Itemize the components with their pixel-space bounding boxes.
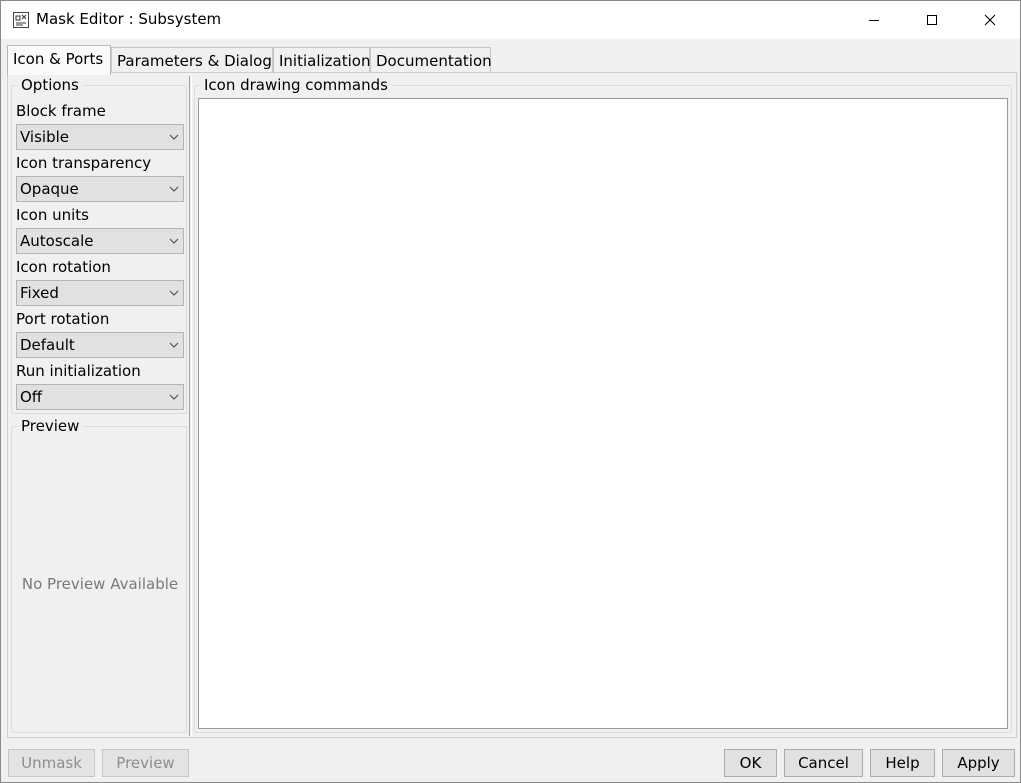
no-preview-message: No Preview Available <box>21 575 179 593</box>
tab-parameters-dialog[interactable]: Parameters & Dialog <box>111 47 273 74</box>
close-icon <box>984 14 996 26</box>
tab-documentation[interactable]: Documentation <box>370 47 492 74</box>
icon-transparency-value: Opaque <box>20 180 79 198</box>
run-initialization-value: Off <box>20 388 43 406</box>
minimize-button[interactable] <box>845 1 903 39</box>
icon-ports-panel: Options Block frame Visible Icon transpa… <box>7 72 1017 738</box>
chevron-down-icon <box>169 134 179 140</box>
block-frame-value: Visible <box>20 128 69 146</box>
preview-group: Preview No Preview Available <box>11 417 187 733</box>
tab-icon-ports[interactable]: Icon & Ports <box>7 45 111 75</box>
maximize-icon <box>927 15 937 25</box>
icon-transparency-label: Icon transparency <box>16 154 152 172</box>
icon-units-label: Icon units <box>16 206 90 224</box>
chevron-down-icon <box>169 342 179 348</box>
cancel-button[interactable]: Cancel <box>784 749 863 777</box>
panel-splitter[interactable] <box>189 76 192 736</box>
icon-rotation-label: Icon rotation <box>16 258 111 276</box>
help-button[interactable]: Help <box>870 749 935 777</box>
chevron-down-icon <box>169 290 179 296</box>
minimize-icon <box>869 20 879 21</box>
block-frame-dropdown[interactable]: Visible <box>16 124 184 150</box>
tab-initialization[interactable]: Initialization <box>273 47 370 74</box>
unmask-button[interactable]: Unmask <box>8 749 95 777</box>
icon-units-value: Autoscale <box>20 232 94 250</box>
options-group: Options Block frame Visible Icon transpa… <box>11 76 187 414</box>
icon-rotation-dropdown[interactable]: Fixed <box>16 280 184 306</box>
options-title: Options <box>18 76 82 94</box>
close-button[interactable] <box>961 1 1019 39</box>
chevron-down-icon <box>169 238 179 244</box>
block-frame-label: Block frame <box>16 102 106 120</box>
icon-units-dropdown[interactable]: Autoscale <box>16 228 184 254</box>
icon-drawing-commands-group: Icon drawing commands <box>194 76 1012 733</box>
icon-drawing-commands-title: Icon drawing commands <box>201 76 391 94</box>
ok-button[interactable]: OK <box>724 749 777 777</box>
apply-button[interactable]: Apply <box>942 749 1015 777</box>
window-title: Mask Editor : Subsystem <box>36 10 222 28</box>
icon-rotation-value: Fixed <box>20 284 59 302</box>
mask-editor-app-icon <box>13 12 29 28</box>
port-rotation-value: Default <box>20 336 75 354</box>
run-initialization-label: Run initialization <box>16 362 141 380</box>
maximize-button[interactable] <box>903 1 961 39</box>
port-rotation-label: Port rotation <box>16 310 110 328</box>
mask-editor-window: Mask Editor : Subsystem Icon & Ports Par… <box>0 0 1021 783</box>
preview-button[interactable]: Preview <box>102 749 189 777</box>
icon-transparency-dropdown[interactable]: Opaque <box>16 176 184 202</box>
title-bar[interactable]: Mask Editor : Subsystem <box>1 1 1020 39</box>
chevron-down-icon <box>169 186 179 192</box>
icon-drawing-commands-editor[interactable] <box>198 98 1008 729</box>
run-initialization-dropdown[interactable]: Off <box>16 384 184 410</box>
port-rotation-dropdown[interactable]: Default <box>16 332 184 358</box>
preview-title: Preview <box>18 417 83 435</box>
chevron-down-icon <box>169 394 179 400</box>
